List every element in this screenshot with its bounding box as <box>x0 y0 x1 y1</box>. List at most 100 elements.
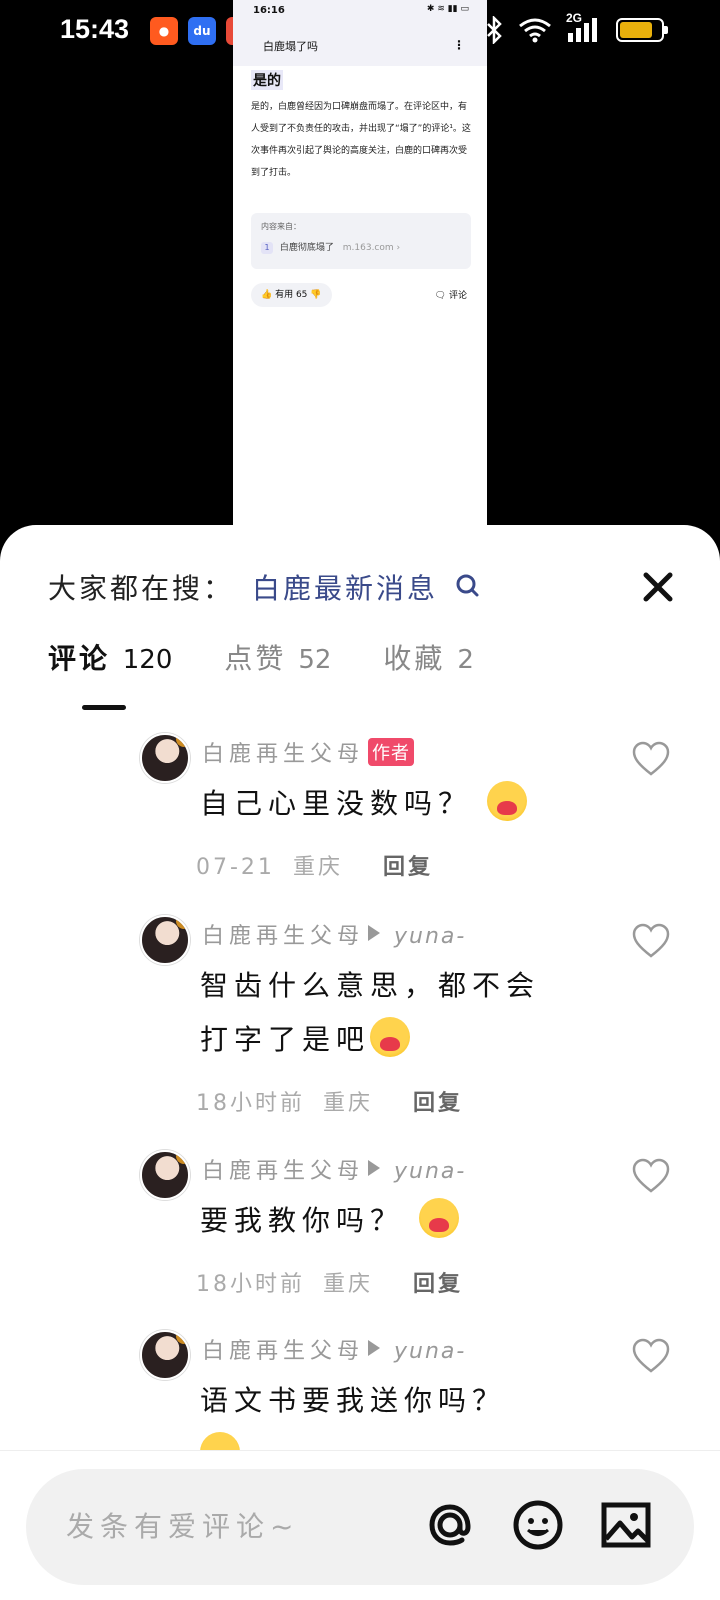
reply-button[interactable]: 回复 <box>413 1091 463 1116</box>
battery-level <box>620 22 652 38</box>
tab-likes[interactable]: 点赞 52 <box>224 637 331 677</box>
username-text: 白鹿再生父母 <box>202 1159 365 1184</box>
search-icon[interactable] <box>455 573 481 599</box>
comment-date: 07-21 <box>196 855 275 880</box>
comment-meta: 18小时前 重庆 回复 <box>196 1266 463 1298</box>
preview-ref-source: m.163.com <box>342 243 394 253</box>
comment-username[interactable]: 白鹿再生父母 yuna- <box>202 918 466 950</box>
signal-icon: 2G <box>566 11 602 43</box>
tab-count: 2 <box>457 645 474 675</box>
comment-location: 重庆 <box>323 1091 374 1116</box>
thumb-down-icon: 👎 <box>310 290 322 300</box>
preview-ref-row: 1 白鹿彻底塌了 m.163.com › <box>261 240 461 254</box>
comment-input-placeholder: 发条有爱评论~ <box>66 1510 300 1543</box>
active-tab-indicator <box>82 705 126 710</box>
comment-text: 要我教你吗？ <box>200 1194 560 1248</box>
preview-time: 16:16 <box>253 5 285 16</box>
comment-text: 自己心里没数吗？ <box>200 777 560 831</box>
comment-icon: 🗨 <box>434 291 447 301</box>
comment-item: 白鹿再生父母 yuna- 要我教你吗？ 18小时前 重庆 回复 <box>0 1150 720 1310</box>
trending-search-link[interactable]: 白鹿最新消息 <box>252 567 438 607</box>
reply-arrow-icon <box>368 1340 381 1356</box>
comment-text-body: 自己心里没数吗？ <box>200 787 473 820</box>
username-text: 白鹿再生父母 <box>202 1339 365 1364</box>
reply-arrow-icon <box>368 1160 381 1176</box>
comment-location: 重庆 <box>323 1272 374 1297</box>
heart-icon[interactable] <box>632 741 670 777</box>
at-mention-icon[interactable] <box>422 1497 478 1553</box>
comment-text: 智齿什么意思，都不会打字了是吧 <box>200 959 560 1067</box>
heart-emoji-icon <box>486 781 527 821</box>
preview-ref-label: 内容来自： <box>261 222 301 231</box>
screenshot-preview[interactable]: 16:16 ✱ ≋ ▮▮ ▭ 白鹿塌了吗 ⋮ 是的 是的，白鹿曾经因为口碑崩盘而… <box>233 0 487 525</box>
preview-status-icons: ✱ ≋ ▮▮ ▭ <box>426 4 469 14</box>
status-time: 15:43 <box>60 14 130 44</box>
comment-input-bar: 发条有爱评论~ <box>0 1450 720 1600</box>
comment-item: 白鹿再生父母 yuna- 智齿什么意思，都不会打字了是吧 18小时前 重庆 回复 <box>0 915 720 1117</box>
reply-button[interactable]: 回复 <box>383 855 433 880</box>
preview-reference: 内容来自： 1 白鹿彻底塌了 m.163.com › <box>251 213 471 269</box>
avatar[interactable] <box>140 915 190 965</box>
kuaishou-icon: ● <box>150 17 178 45</box>
preview-ref-text: 白鹿彻底塌了 <box>279 243 334 253</box>
heart-emoji-icon <box>418 1198 459 1238</box>
heart-icon[interactable] <box>632 1158 670 1194</box>
preview-like-text: 有用 65 <box>275 290 308 300</box>
comment-meta: 07-21 重庆 回复 <box>196 849 433 881</box>
reply-to-user[interactable]: yuna- <box>394 1339 466 1364</box>
comment-text-body: 要我教你吗？ <box>200 1204 405 1237</box>
reply-to-user[interactable]: yuna- <box>394 924 466 949</box>
search-hint-label: 大家都在搜： <box>48 572 235 605</box>
comment-username[interactable]: 白鹿再生父母 yuna- <box>202 1153 466 1185</box>
battery-icon <box>616 18 668 42</box>
image-icon[interactable] <box>598 1497 654 1553</box>
reply-to-user[interactable]: yuna- <box>394 1159 466 1184</box>
tab-bar: 评论 120 点赞 52 收藏 2 <box>48 637 526 677</box>
tab-count: 120 <box>122 645 173 675</box>
comment-input[interactable]: 发条有爱评论~ <box>26 1469 694 1585</box>
author-badge: 作者 <box>368 738 415 766</box>
comment-username[interactable]: 白鹿再生父母 yuna- <box>202 1333 466 1365</box>
tab-comments[interactable]: 评论 120 <box>48 637 172 677</box>
username-text: 白鹿再生父母 <box>202 924 365 949</box>
chevron-right-icon: › <box>396 243 401 253</box>
username-text: 白鹿再生父母 <box>202 742 365 767</box>
avatar[interactable] <box>140 1150 190 1200</box>
tab-favorites[interactable]: 收藏 2 <box>383 637 473 677</box>
reply-arrow-icon <box>368 925 381 941</box>
reply-button[interactable]: 回复 <box>413 1272 463 1297</box>
preview-title: 白鹿塌了吗 <box>263 40 318 53</box>
comment-date: 18小时前 <box>196 1272 305 1297</box>
comment-text-body: 语文书要我送你吗？ <box>200 1384 507 1417</box>
comment-item: 白鹿再生父母 作者 自己心里没数吗？ 07-21 重庆 回复 <box>0 733 720 893</box>
comment-item: 白鹿再生父母 yuna- 语文书要我送你吗？ <box>0 1330 720 1472</box>
emoji-icon[interactable] <box>510 1497 566 1553</box>
preview-comment-text: 评论 <box>448 291 467 301</box>
tab-label: 评论 <box>48 642 111 675</box>
preview-more-icon: ⋮ <box>453 38 465 52</box>
comment-meta: 18小时前 重庆 回复 <box>196 1085 463 1117</box>
avatar[interactable] <box>140 733 190 783</box>
wifi-icon <box>519 18 551 43</box>
heart-emoji-icon <box>370 1017 411 1057</box>
comment-username[interactable]: 白鹿再生父母 作者 <box>202 736 415 768</box>
preview-comment: 🗨 评论 <box>435 288 467 301</box>
preview-header: 16:16 ✱ ≋ ▮▮ ▭ 白鹿塌了吗 ⋮ <box>233 0 487 66</box>
heart-icon[interactable] <box>632 923 670 959</box>
comment-location: 重庆 <box>292 855 343 880</box>
thumb-up-icon: 👍 <box>261 290 273 300</box>
preview-heading: 是的 <box>251 70 283 90</box>
tab-label: 点赞 <box>224 642 287 675</box>
tab-label: 收藏 <box>383 642 446 675</box>
baidu-icon: du <box>188 17 216 45</box>
status-right: 2G <box>484 11 668 44</box>
avatar[interactable] <box>140 1330 190 1380</box>
close-icon[interactable] <box>638 567 678 607</box>
comment-sheet: 大家都在搜： 白鹿最新消息 评论 120 点赞 52 收藏 2 白鹿再生父母 作者… <box>0 525 720 1600</box>
comment-date: 18小时前 <box>196 1091 305 1116</box>
tab-count: 52 <box>298 645 332 675</box>
preview-body: 是的，白鹿曾经因为口碑崩盘而塌了。在评论区中，有人受到了不负责任的攻击，并出现了… <box>251 102 471 178</box>
bluetooth-icon <box>487 16 502 44</box>
heart-icon[interactable] <box>632 1338 670 1374</box>
preview-like-bar: 👍 有用 65 👎 <box>251 283 332 307</box>
